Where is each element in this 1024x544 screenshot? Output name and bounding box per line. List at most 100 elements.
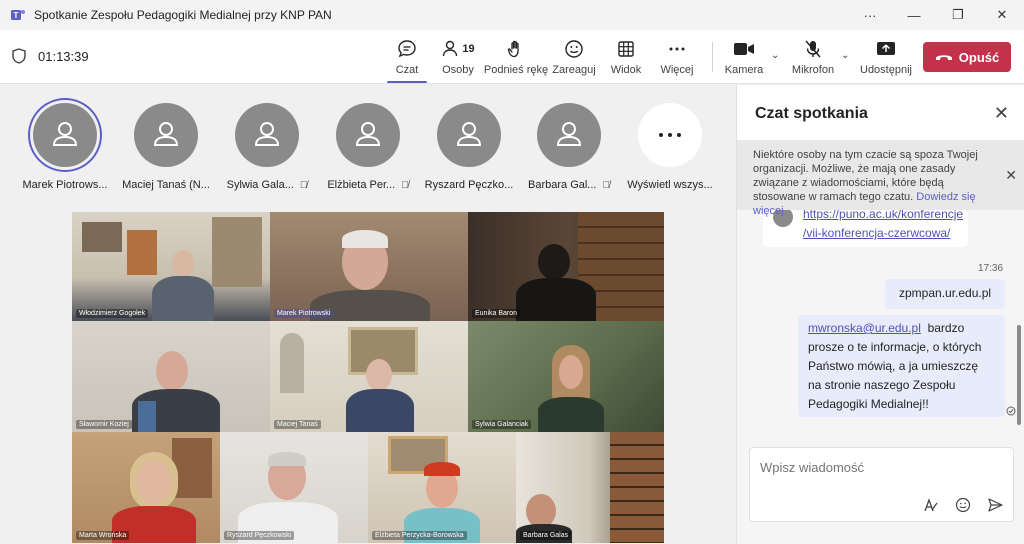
- chat-label: Czat: [395, 64, 419, 76]
- avatar: [638, 103, 702, 167]
- mic-options-chevron-icon[interactable]: ⌄: [841, 50, 849, 61]
- message-input[interactable]: [760, 460, 1000, 475]
- more-horizontal-icon: [669, 47, 685, 51]
- camera-label: Kamera: [724, 64, 764, 76]
- message-text: prosze o te informacje, o których: [808, 340, 982, 354]
- video-tile[interactable]: Elżbieta Perzycka-Borowska: [368, 432, 516, 543]
- mic-off-icon: 🎙̸: [401, 179, 409, 191]
- message-text: zpmpan.ur.edu.pl: [899, 286, 992, 300]
- share-screen-icon: [877, 42, 895, 55]
- minimize-button[interactable]: —: [892, 0, 936, 30]
- participant-tile[interactable]: Elżbieta Per... 🎙̸: [318, 103, 418, 191]
- raise-hand-button[interactable]: Podnieś rękę: [483, 36, 549, 76]
- raise-hand-label: Podnieś rękę: [483, 64, 549, 76]
- message-compose-box: [749, 447, 1014, 522]
- restore-button[interactable]: ❐: [936, 0, 980, 30]
- participant-name: Maciej Tanaś (N...: [122, 179, 210, 191]
- video-grid: Włodzimierz Gogołek Marek Piotrowski Eun…: [72, 212, 664, 543]
- chat-title: Czat spotkania: [755, 105, 868, 122]
- video-tile[interactable]: Włodzimierz Gogołek: [72, 212, 270, 321]
- participant-name: Elżbieta Per...: [327, 179, 396, 191]
- camera-button[interactable]: Kamera: [714, 36, 774, 76]
- participant-tile[interactable]: Sylwia Gala... 🎙̸: [217, 103, 317, 191]
- window-more-button[interactable]: ···: [848, 0, 892, 30]
- meeting-timer: 01:13:39: [12, 48, 89, 64]
- svg-text:T: T: [14, 11, 19, 20]
- meeting-stage: Marek Piotrows... Maciej Tanaś (N... Syl…: [0, 85, 736, 544]
- external-notice: Niektóre osoby na tym czacie są spoza Tw…: [737, 140, 1024, 217]
- teams-icon: T: [11, 10, 25, 20]
- avatar: [437, 103, 501, 167]
- chat-panel: Czat spotkania ✕ https://puno.ac.uk/konf…: [736, 85, 1024, 544]
- meeting-toolbar: 01:13:39 Czat 19 Osoby Podnieś rękę Zare…: [0, 30, 1024, 84]
- emoji-icon: [565, 40, 583, 58]
- message-text: Państwo mówią, a ja umieszczę: [808, 359, 979, 373]
- participant-tile[interactable]: Ryszard Pęczko...: [419, 103, 519, 191]
- share-label: Udostępnij: [860, 64, 912, 76]
- message-link[interactable]: /vii-konferencja-czerwcowa/: [803, 226, 950, 240]
- more-horizontal-icon: [659, 133, 681, 137]
- window-title: Spotkanie Zespołu Pedagogiki Medialnej p…: [34, 8, 332, 22]
- more-button[interactable]: Więcej: [647, 36, 707, 76]
- avatar: [33, 103, 97, 167]
- view-label: Widok: [610, 64, 642, 76]
- chat-icon: [398, 40, 416, 58]
- chat-message: zpmpan.ur.edu.pl: [885, 279, 1005, 309]
- format-icon[interactable]: [923, 497, 939, 513]
- people-button[interactable]: 19 Osoby: [428, 36, 488, 76]
- avatar: [537, 103, 601, 167]
- video-tile[interactable]: Sławomir Koziej: [72, 321, 270, 432]
- leave-button[interactable]: Opuść: [923, 42, 1011, 72]
- video-tile-name: Ryszard Pęczkowski: [224, 531, 295, 540]
- chat-header: Czat spotkania ✕: [737, 85, 1024, 140]
- leave-label: Opuść: [958, 49, 1000, 65]
- video-tile[interactable]: Marek Piotrowski: [270, 212, 468, 321]
- person-icon: [153, 122, 179, 146]
- grid-icon: [618, 41, 634, 57]
- hand-icon: [507, 40, 519, 58]
- active-tab-indicator: [387, 81, 427, 83]
- message-timestamp: 17:36: [978, 263, 1004, 274]
- react-button[interactable]: Zareaguj: [544, 36, 604, 76]
- microphone-label: Mikrofon: [791, 64, 835, 76]
- participant-tile[interactable]: Marek Piotrows...: [15, 103, 115, 191]
- message-text: na stronie naszego Zespołu: [808, 378, 956, 392]
- people-icon: [443, 40, 458, 57]
- shield-icon: [12, 48, 26, 64]
- person-icon: [556, 122, 582, 146]
- video-tile[interactable]: Eunika Baron: [468, 212, 664, 321]
- participant-tile[interactable]: Barbara Gal... 🎙̸: [519, 103, 619, 191]
- person-icon: [254, 122, 280, 146]
- video-tile[interactable]: Sylwia Galanciak: [468, 321, 664, 432]
- people-count: 19: [462, 43, 475, 55]
- video-tile[interactable]: Marta Wrońska: [72, 432, 220, 543]
- participant-name: Sylwia Gala...: [226, 179, 294, 191]
- send-icon[interactable]: [987, 497, 1003, 513]
- video-tile[interactable]: Ryszard Pęczkowski: [220, 432, 368, 543]
- message-text: bardzo: [927, 321, 965, 335]
- camera-icon: [734, 43, 754, 55]
- participant-name: Marek Piotrows...: [22, 179, 108, 191]
- emoji-icon[interactable]: [955, 497, 971, 513]
- view-all-participants-button[interactable]: Wyświetl wszys...: [620, 103, 720, 191]
- video-tile-name: Włodzimierz Gogołek: [76, 309, 149, 318]
- participant-name: Wyświetl wszys...: [627, 179, 713, 191]
- video-tile-name: Maciej Tanaś: [274, 420, 321, 429]
- avatar: [336, 103, 400, 167]
- message-link[interactable]: mwronska@ur.edu.pl: [808, 321, 921, 335]
- chat-scrollbar[interactable]: [1017, 325, 1021, 425]
- video-tile-name: Marek Piotrowski: [274, 309, 334, 318]
- close-chat-icon[interactable]: ✕: [994, 103, 1009, 124]
- read-receipt-icon: [1006, 406, 1016, 416]
- microphone-button[interactable]: Mikrofon: [783, 36, 843, 76]
- video-tile[interactable]: Maciej Tanaś: [270, 321, 468, 432]
- participant-tile[interactable]: Maciej Tanaś (N...: [116, 103, 216, 191]
- video-tile[interactable]: Barbara Galas: [516, 432, 664, 543]
- phone-hangup-icon: [935, 55, 952, 60]
- close-notice-icon[interactable]: ✕: [1005, 168, 1017, 182]
- react-label: Zareaguj: [552, 64, 596, 76]
- share-button[interactable]: Udostępnij: [856, 36, 916, 76]
- message-text: Pedagogiki Medialnej!!: [808, 397, 929, 411]
- close-window-button[interactable]: ✕: [980, 0, 1024, 30]
- camera-options-chevron-icon[interactable]: ⌄: [771, 50, 779, 61]
